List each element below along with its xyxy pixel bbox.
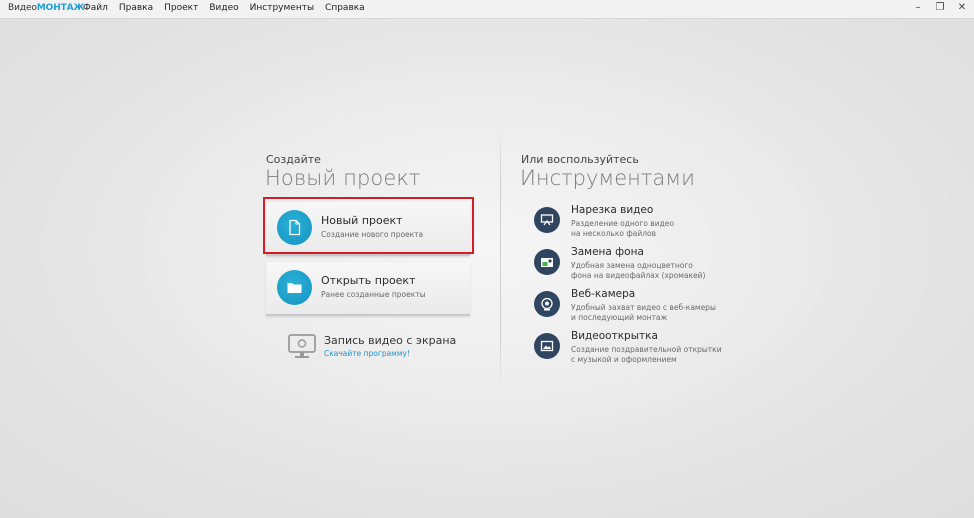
chroma-key-icon: [534, 249, 560, 275]
app-logo: ВидеоМОНТАЖ: [8, 3, 85, 13]
close-button[interactable]: ✕: [956, 2, 968, 14]
menu-project[interactable]: Проект: [164, 3, 198, 13]
open-project-title: Открыть проект: [321, 274, 416, 287]
open-project-subtitle: Ранее созданные проекты: [321, 290, 426, 299]
new-project-title: Новый проект: [321, 214, 403, 227]
menu-edit[interactable]: Правка: [119, 3, 153, 13]
tools-subtitle: Или воспользуйтесь: [521, 153, 639, 166]
logo-brand: МОНТАЖ: [36, 3, 85, 13]
new-project-button[interactable]: Новый проект Создание нового проекта: [266, 202, 470, 256]
tool-chroma-key[interactable]: Замена фона Удобная замена одноцветного …: [534, 246, 734, 285]
document-icon: [277, 210, 312, 245]
cut-screen-icon: [534, 207, 560, 233]
tool-title: Нарезка видео: [571, 204, 654, 216]
menu-bar: Файл Правка Проект Видео Инструменты Спр…: [83, 3, 376, 13]
tool-description: Удобная замена одноцветного фона на виде…: [571, 261, 706, 280]
maximize-button[interactable]: ❐: [934, 2, 946, 14]
minimize-button[interactable]: –: [912, 2, 924, 14]
tool-description: Разделение одного видео на несколько фай…: [571, 219, 674, 238]
create-title: Новый проект: [265, 166, 421, 190]
window-controls: – ❐ ✕: [912, 2, 968, 14]
screen-record-title: Запись видео с экрана: [324, 334, 457, 347]
menu-video[interactable]: Видео: [209, 3, 238, 13]
tool-description: Создание поздравительной открытки с музы…: [571, 345, 722, 364]
monitor-icon: [288, 334, 316, 358]
create-subtitle: Создайте: [266, 153, 321, 166]
tool-title: Замена фона: [571, 246, 644, 258]
logo-prefix: Видео: [8, 3, 37, 13]
tool-title: Веб-камера: [571, 288, 636, 300]
webcam-icon: [534, 291, 560, 317]
tool-title: Видеооткрытка: [571, 330, 658, 342]
tool-description: Удобный захват видео с веб-камеры и посл…: [571, 303, 716, 322]
title-bar: ВидеоМОНТАЖ Файл Правка Проект Видео Инс…: [0, 0, 974, 19]
tool-webcam[interactable]: Веб-камера Удобный захват видео с веб-ка…: [534, 288, 734, 327]
open-project-button[interactable]: Открыть проект Ранее созданные проекты: [266, 262, 470, 316]
tool-postcard[interactable]: Видеооткрытка Создание поздравительной о…: [534, 330, 734, 369]
menu-file[interactable]: Файл: [83, 3, 108, 13]
column-divider: [500, 128, 501, 390]
menu-help[interactable]: Справка: [325, 3, 365, 13]
folder-icon: [277, 270, 312, 305]
tool-cut-video[interactable]: Нарезка видео Разделение одного видео на…: [534, 204, 734, 243]
screen-record-item[interactable]: Запись видео с экрана Скачайте программу…: [287, 333, 487, 363]
download-program-link[interactable]: Скачайте программу!: [324, 349, 410, 358]
tools-title: Инструментами: [520, 166, 695, 190]
new-project-subtitle: Создание нового проекта: [321, 230, 424, 239]
postcard-icon: [534, 333, 560, 359]
menu-tools[interactable]: Инструменты: [250, 3, 314, 13]
